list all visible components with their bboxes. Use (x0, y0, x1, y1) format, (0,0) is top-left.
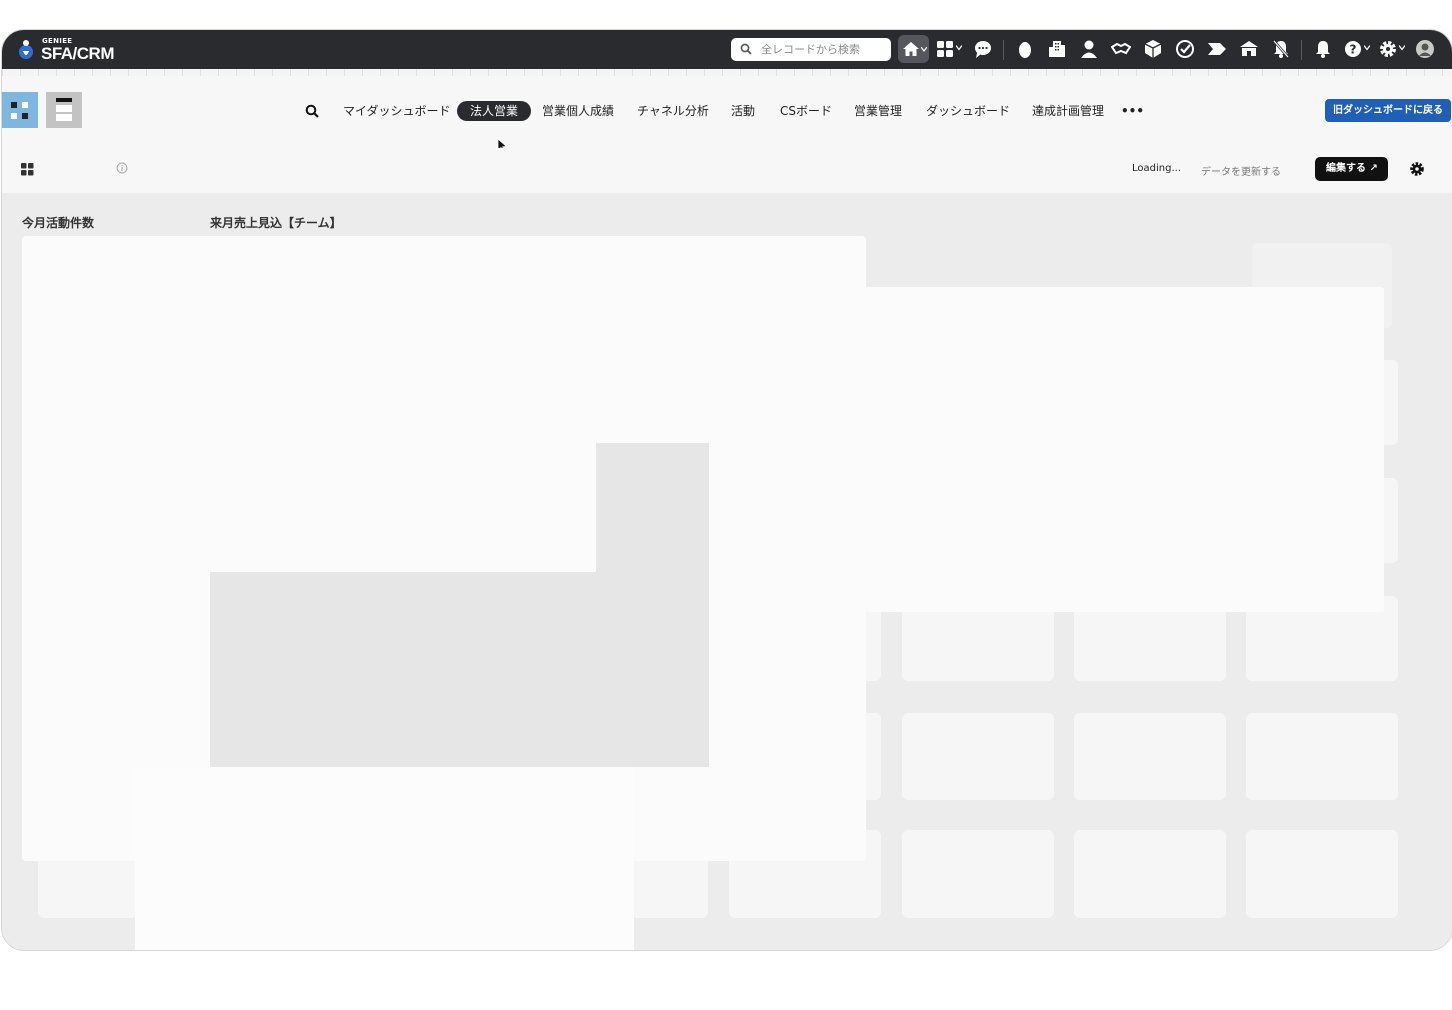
chevron-down-icon (1399, 45, 1405, 51)
grid-view-toggle[interactable] (2, 92, 38, 128)
refresh-data-link[interactable]: データを更新する (1201, 163, 1281, 178)
chat-icon[interactable] (973, 39, 993, 59)
tab-corporate-sales[interactable]: 法人営業 (457, 101, 532, 121)
widget-placeholder (1246, 830, 1398, 918)
tab-achievement-plan[interactable]: 達成計画管理 (1032, 101, 1104, 121)
widget-placeholder (902, 830, 1054, 918)
apps-grid-icon[interactable] (936, 39, 956, 59)
old-dashboard-button[interactable]: 旧ダッシュボードに戻る (1325, 99, 1451, 122)
help-icon[interactable]: ? (1343, 39, 1363, 59)
logo-mark-icon (19, 40, 33, 59)
home-button[interactable] (898, 35, 929, 63)
widget-grid-icon[interactable] (21, 163, 34, 176)
product-icon[interactable] (1143, 39, 1163, 59)
widget-placeholder (902, 713, 1054, 800)
tab-individual-performance[interactable]: 営業個人成績 (542, 101, 614, 121)
chevron-down-icon (921, 47, 927, 52)
toolbar-divider (1003, 40, 1004, 60)
widget-title-activity-count: 今月活動件数 (22, 216, 95, 230)
widget-title-sales-forecast: 来月売上見込【チーム】 (210, 216, 342, 230)
tab-cs-board[interactable]: CSボード (780, 101, 832, 121)
bell-icon[interactable] (1313, 39, 1333, 59)
widget-placeholder (1074, 713, 1226, 800)
info-icon[interactable] (116, 162, 128, 174)
company-icon[interactable] (1047, 39, 1067, 59)
dashboard-content: 今月活動件数 来月売上見込【チーム】 (2, 193, 1452, 950)
tag-icon[interactable] (1207, 39, 1227, 59)
tab-sales-management[interactable]: 営業管理 (854, 101, 902, 121)
lead-icon[interactable] (1015, 39, 1035, 59)
widget-panel-loading (135, 767, 634, 950)
loading-status: Loading... (1132, 163, 1181, 174)
avatar[interactable] (1415, 39, 1435, 59)
contact-icon[interactable] (1079, 39, 1099, 59)
search-icon[interactable] (305, 104, 319, 118)
chevron-down-icon (1364, 45, 1370, 51)
tab-channel-analysis[interactable]: チャネル分析 (637, 101, 709, 121)
more-tabs-button[interactable]: ••• (1121, 101, 1144, 121)
app-window: GENIEE SFA/CRM 全レコードから検索 ? マイダッシュボード 法人営… (2, 30, 1452, 950)
task-icon[interactable] (1175, 39, 1195, 59)
widget-placeholder (1074, 830, 1226, 918)
home-icon (903, 42, 919, 56)
header-separator (2, 69, 1452, 76)
widget-panel-loading (596, 443, 709, 573)
top-bar: GENIEE SFA/CRM 全レコードから検索 ? (2, 30, 1452, 69)
deal-icon[interactable] (1111, 39, 1131, 59)
widget-panel-sales-forecast (709, 287, 1384, 612)
global-search-input[interactable]: 全レコードから検索 (731, 38, 891, 61)
widget-placeholder (1246, 713, 1398, 800)
list-view-toggle[interactable] (46, 92, 82, 128)
edit-button[interactable]: 編集する ↗ (1315, 157, 1388, 181)
dashboard-nav: マイダッシュボード 法人営業 営業個人成績 チャネル分析 活動 CSボード 営業… (2, 76, 1452, 153)
widget-panel-loading (210, 572, 709, 767)
list-view-icon (56, 98, 72, 121)
tab-activities[interactable]: 活動 (731, 101, 755, 121)
settings-icon[interactable] (1378, 39, 1398, 59)
svg-text:?: ? (1350, 43, 1357, 57)
grid-view-icon (11, 102, 28, 119)
dashboard-toolbar: Loading... データを更新する 編集する ↗ (2, 148, 1452, 193)
notification-off-icon[interactable] (1271, 39, 1291, 59)
search-placeholder: 全レコードから検索 (761, 43, 860, 56)
settings-icon[interactable] (1409, 161, 1425, 177)
chevron-down-icon (956, 45, 962, 51)
logo-product-text: SFA/CRM (41, 44, 115, 63)
toolbar-divider (1301, 40, 1302, 60)
institution-icon[interactable] (1239, 39, 1259, 59)
tab-dashboard[interactable]: ダッシュボード (926, 101, 1010, 121)
tab-my-dashboard[interactable]: マイダッシュボード (343, 101, 451, 121)
search-icon (740, 43, 752, 55)
